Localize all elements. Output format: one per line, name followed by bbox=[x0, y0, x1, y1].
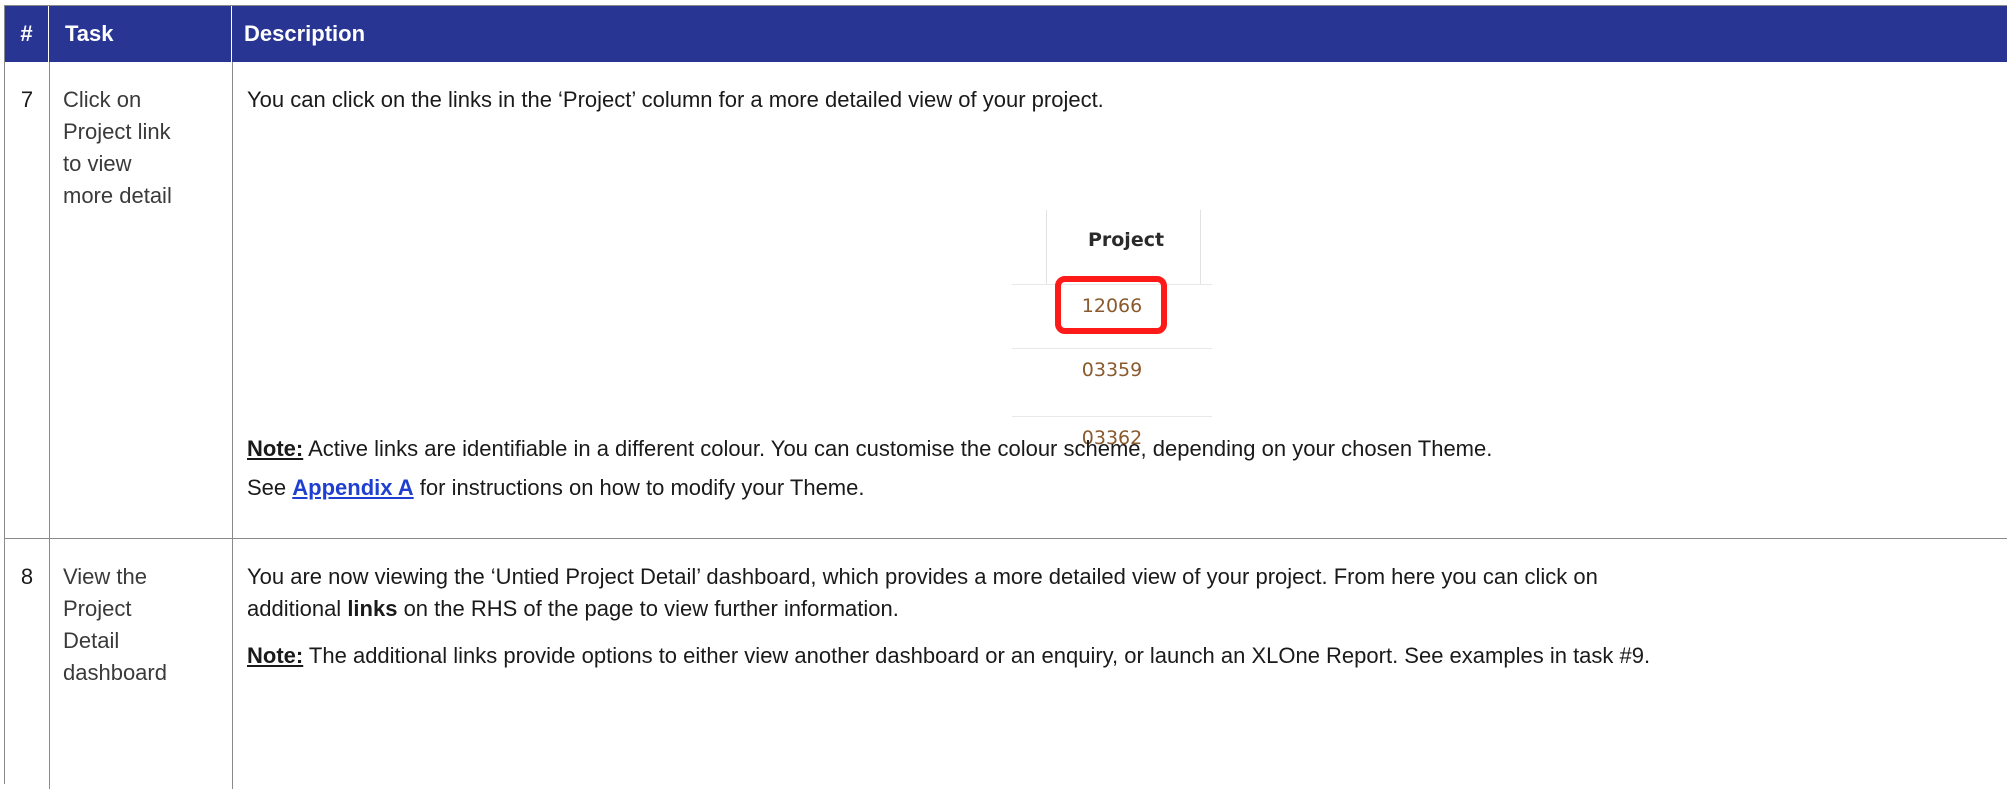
see-appendix-line: See Appendix A for instructions on how t… bbox=[247, 472, 1987, 504]
column-divider bbox=[232, 62, 233, 538]
project-column-header: Project bbox=[1046, 210, 1206, 284]
links-bold: links bbox=[347, 596, 398, 621]
table-row: 7 Click on Project link to view more det… bbox=[5, 62, 2007, 539]
task-line: Project bbox=[63, 596, 132, 621]
column-divider bbox=[49, 539, 50, 789]
see-suffix: for instructions on how to modify your T… bbox=[413, 475, 865, 500]
note-paragraph: Note: Active links are identifiable in a… bbox=[247, 433, 1987, 465]
row-number: 8 bbox=[20, 564, 34, 589]
task-line: Detail bbox=[63, 628, 120, 653]
task-line: View the bbox=[63, 564, 147, 589]
table-row: 8 View the Project Detail dashboard You … bbox=[5, 539, 2007, 789]
header-description: Description bbox=[244, 21, 366, 46]
description-text-continued: additional links on the RHS of the page … bbox=[247, 593, 1987, 625]
row-separator bbox=[1012, 416, 1212, 417]
row-number: 7 bbox=[20, 87, 34, 112]
desc-prefix: additional bbox=[247, 596, 348, 621]
project-column-screenshot: Project 12066 03359 03362 bbox=[1012, 204, 1212, 459]
note-label: Note: bbox=[247, 436, 304, 461]
note-paragraph: Note: The additional links provide optio… bbox=[247, 640, 1987, 672]
project-header-label: Project bbox=[1087, 229, 1165, 251]
task-line: to view bbox=[63, 151, 132, 176]
header-task: Task bbox=[49, 6, 232, 62]
task-cell: Click on Project link to view more detai… bbox=[63, 84, 223, 212]
task-line: more detail bbox=[63, 183, 172, 208]
column-divider bbox=[49, 62, 50, 538]
highlight-box bbox=[1055, 276, 1167, 334]
note-text: Active links are identifiable in a diffe… bbox=[303, 436, 1493, 461]
column-divider bbox=[232, 539, 233, 789]
desc-suffix: on the RHS of the page to view further i… bbox=[397, 596, 899, 621]
see-prefix: See bbox=[247, 475, 293, 500]
row-separator bbox=[1012, 348, 1212, 349]
description-text: You can click on the links in the ‘Proje… bbox=[247, 87, 1104, 112]
header-num: # bbox=[5, 6, 49, 62]
appendix-a-link[interactable]: Appendix A bbox=[292, 475, 413, 500]
instructions-table: # Task Description 7 Click on Project li… bbox=[4, 5, 2007, 789]
task-cell: View the Project Detail dashboard bbox=[63, 561, 223, 689]
task-line: dashboard bbox=[63, 660, 167, 685]
task-line: Project link bbox=[63, 119, 171, 144]
note-label: Note: bbox=[247, 643, 304, 668]
note-text: The additional links provide options to … bbox=[303, 643, 1651, 668]
table-header-row: # Task Description bbox=[5, 6, 2007, 62]
task-line: Click on bbox=[63, 87, 142, 112]
description-text: You are now viewing the ‘Untied Project … bbox=[247, 564, 1598, 589]
project-link-03359[interactable]: 03359 bbox=[1012, 354, 1212, 386]
